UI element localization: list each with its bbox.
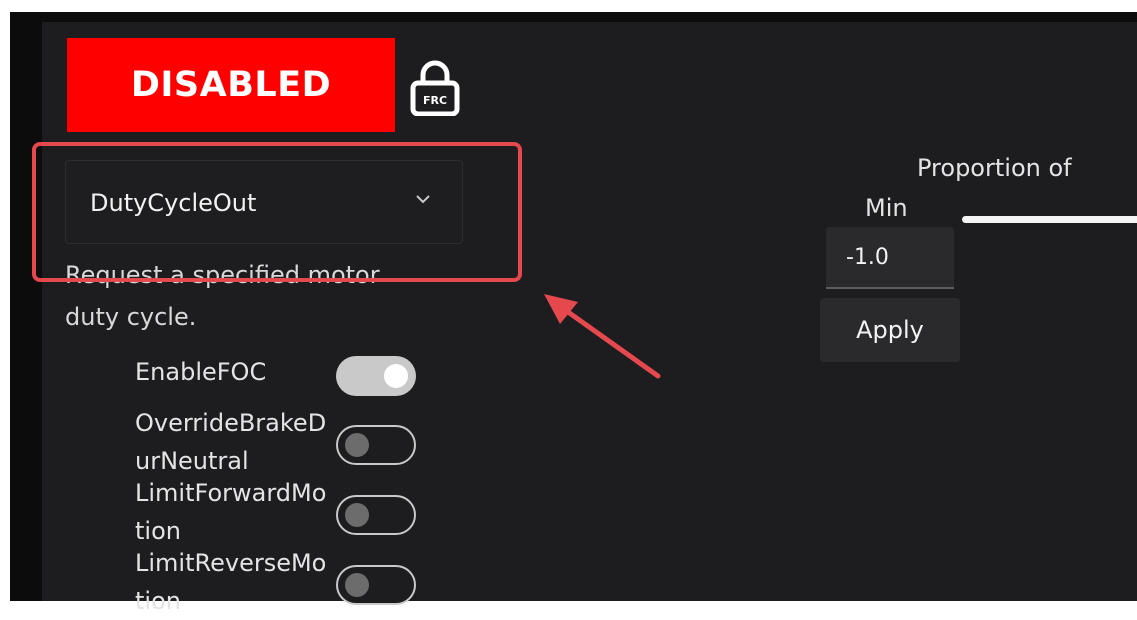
overridebrake-switch[interactable] bbox=[336, 425, 416, 465]
switch-knob bbox=[345, 573, 369, 597]
enable-disable-button[interactable]: DISABLED bbox=[67, 38, 395, 132]
apply-button[interactable]: Apply bbox=[820, 298, 960, 362]
min-value-input[interactable] bbox=[826, 227, 954, 289]
control-mode-description: Request a specified motor duty cycle. bbox=[65, 261, 380, 331]
toggle-label: EnableFOC bbox=[135, 358, 267, 386]
switch-knob bbox=[384, 364, 408, 388]
control-mode-select[interactable]: DutyCycleOut bbox=[65, 160, 463, 244]
enablefoc-switch[interactable] bbox=[336, 356, 416, 396]
toggle-label: LimitForwardMotion bbox=[135, 479, 327, 545]
slider-title: Proportion of bbox=[917, 154, 1072, 182]
switch-knob bbox=[345, 503, 369, 527]
control-mode-value: DutyCycleOut bbox=[90, 189, 257, 217]
toggle-label: LimitReverseMotion bbox=[135, 549, 327, 615]
min-label: Min bbox=[865, 194, 908, 222]
toggle-label: OverrideBrakeDurNeutral bbox=[135, 409, 327, 475]
proportion-slider[interactable] bbox=[962, 216, 1137, 223]
limitreverse-switch[interactable] bbox=[336, 565, 416, 605]
chevron-down-icon bbox=[416, 195, 430, 204]
lock-frc-icon[interactable]: FRC bbox=[409, 58, 461, 116]
lock-badge-text: FRC bbox=[423, 94, 447, 107]
limitforward-switch[interactable] bbox=[336, 495, 416, 535]
switch-knob bbox=[345, 433, 369, 457]
